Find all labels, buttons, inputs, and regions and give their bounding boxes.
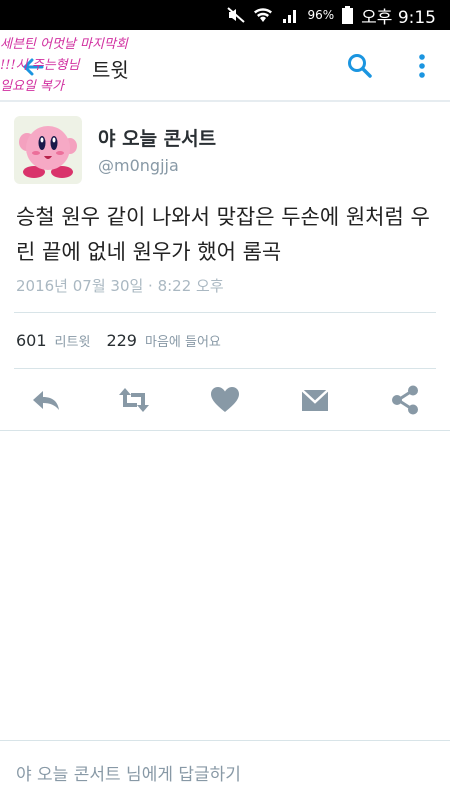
- tweet-text: 승철 원우 같이 나와서 맞잡은 두손에 원처럼 우린 끝에 없네 원우가 했어…: [16, 205, 430, 264]
- tweet-timestamp: 2016년 07월 30일 · 8:22 오후: [16, 277, 224, 295]
- reply-button[interactable]: [30, 384, 62, 416]
- tweet-stats: 601 리트윗 229 마음에 들어요: [16, 331, 237, 350]
- retweet-icon: [119, 388, 149, 412]
- search-button[interactable]: [346, 52, 374, 80]
- status-clock: 오후 9:15: [361, 7, 436, 28]
- overflow-menu-button[interactable]: [410, 52, 434, 80]
- tweet-actions: [0, 380, 450, 420]
- user-handle[interactable]: @m0ngjja: [98, 156, 179, 175]
- divider: [14, 368, 436, 369]
- like-count[interactable]: 229: [106, 331, 137, 350]
- reply-input[interactable]: 야 오늘 콘서트 님에게 답글하기: [16, 760, 241, 785]
- page-title: 트윗: [92, 58, 129, 82]
- display-name[interactable]: 야 오늘 콘서트: [98, 124, 216, 151]
- like-button[interactable]: [209, 384, 241, 416]
- share-button[interactable]: [389, 384, 421, 416]
- share-icon: [392, 385, 418, 415]
- battery-icon: [342, 6, 354, 24]
- signal-icon: [281, 7, 299, 23]
- envelope-icon: [301, 389, 329, 411]
- retweet-count[interactable]: 601: [16, 331, 47, 350]
- divider: [0, 430, 450, 431]
- retweet-label[interactable]: 리트윗: [55, 331, 91, 350]
- kirby-avatar-icon: [19, 126, 77, 178]
- back-button[interactable]: [18, 52, 48, 82]
- status-bar: 96% 오후 9:15: [0, 0, 450, 30]
- battery-percent: 96%: [307, 8, 335, 22]
- search-icon: [348, 54, 372, 78]
- direct-message-button[interactable]: [299, 384, 331, 416]
- reply-icon: [33, 391, 59, 410]
- heart-icon: [211, 387, 239, 412]
- divider: [14, 312, 436, 313]
- avatar[interactable]: [14, 116, 82, 184]
- app-bar: 트윗: [0, 30, 450, 102]
- mute-icon: [227, 7, 246, 23]
- like-label[interactable]: 마음에 들어요: [145, 331, 221, 350]
- retweet-button[interactable]: [118, 384, 150, 416]
- more-vert-icon: [419, 54, 425, 78]
- back-arrow-icon: [23, 58, 44, 76]
- divider: [0, 740, 450, 741]
- wifi-icon: [253, 7, 273, 23]
